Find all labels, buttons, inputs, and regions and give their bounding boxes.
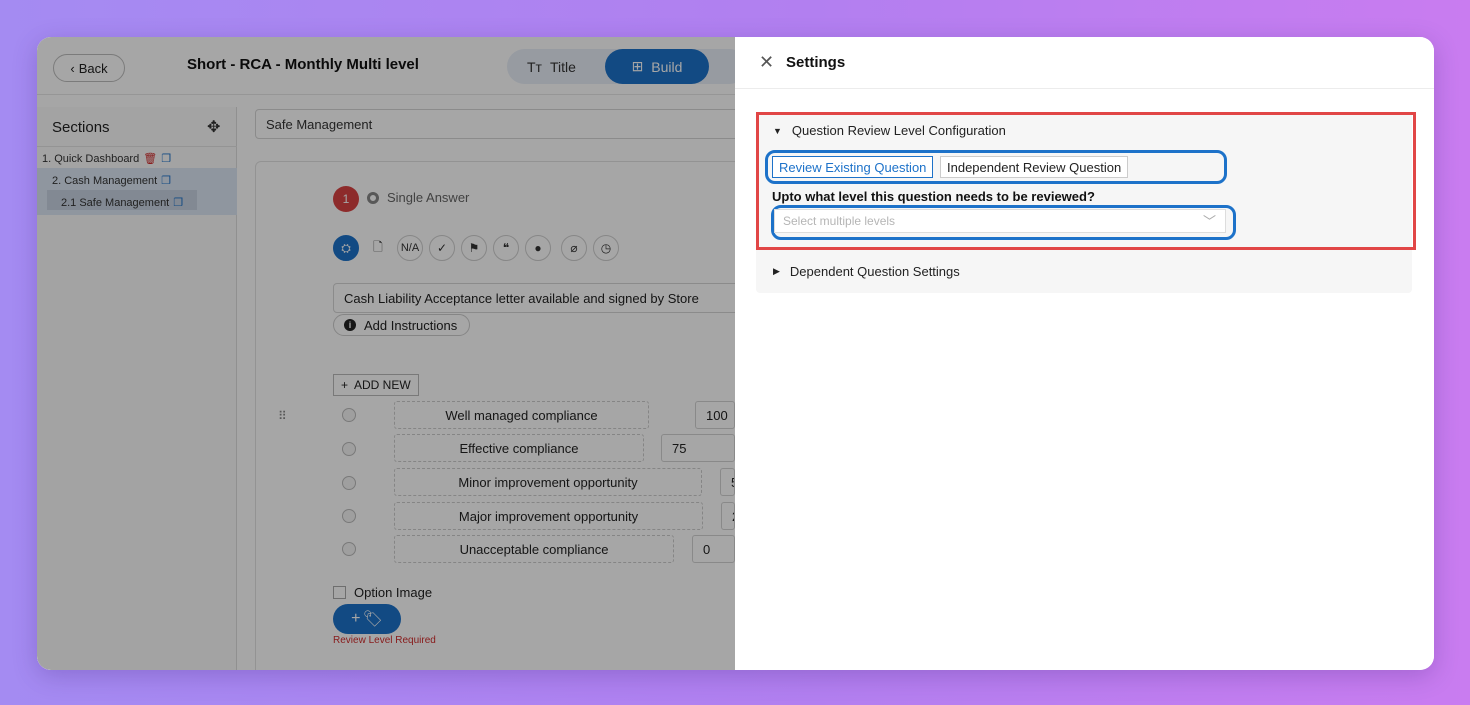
option-score-input[interactable]: 2 — [721, 502, 735, 530]
mode-switcher: Tт Title ⊞ Build — [507, 49, 747, 84]
add-new-option-button[interactable]: + ADD NEW — [333, 374, 419, 396]
question-type-label: Single Answer — [387, 190, 470, 205]
option-image-toggle[interactable]: Option Image — [333, 585, 432, 600]
text-icon: Tт — [527, 58, 542, 75]
option-image-checkbox[interactable] — [333, 586, 346, 599]
review-level-error: Review Level Required — [333, 635, 436, 646]
radio-icon — [367, 191, 379, 204]
settings-header: ✕ Settings — [735, 37, 1434, 89]
review-level-question: Upto what level this question needs to b… — [772, 189, 1095, 204]
tab-title-label: Title — [549, 58, 576, 75]
option-radio[interactable] — [342, 408, 356, 422]
add-instructions-label: Add Instructions — [364, 317, 458, 333]
hierarchy-icon[interactable]: ⛭ — [333, 235, 359, 261]
check-icon[interactable]: ✓ — [429, 235, 455, 261]
tab-review-existing-question[interactable]: Review Existing Question — [772, 156, 934, 178]
question-number-badge: 1 — [333, 186, 359, 212]
app-window: ‹ Back Short - RCA - Monthly Multi level… — [37, 37, 1434, 670]
tab-independent-review-question[interactable]: Independent Review Question — [940, 156, 1129, 178]
chat-icon[interactable]: ● — [525, 235, 551, 261]
move-icon[interactable]: ✥ — [207, 117, 220, 137]
copy-icon[interactable]: ❐ — [161, 152, 171, 165]
tab-title[interactable]: Tт Title — [527, 49, 576, 84]
option-label-input[interactable]: Effective compliance — [394, 434, 644, 462]
option-radio[interactable] — [342, 542, 356, 556]
option-score-input[interactable]: 75 — [661, 434, 735, 462]
option-radio[interactable] — [342, 442, 356, 456]
copy-icon[interactable]: ❐ — [173, 196, 183, 209]
settings-title: Settings — [786, 54, 846, 71]
sections-sidebar: Sections ✥ 1. Quick Dashboard 🗑 ❐ 2. Cas… — [37, 107, 237, 670]
settings-panel: ✕ Settings ▼ Question Review Level Confi… — [735, 37, 1434, 670]
option-label-input[interactable]: Well managed compliance — [394, 401, 649, 429]
option-score-input[interactable]: 5 — [720, 468, 735, 496]
info-icon: i — [344, 319, 356, 331]
option-label-input[interactable]: Unacceptable compliance — [394, 535, 674, 563]
sidebar-item-label: 1. Quick Dashboard — [42, 152, 140, 165]
attachment-icon[interactable]: ⌀ — [561, 235, 587, 261]
sidebar-item-label: 2.1 Safe Management — [61, 196, 170, 209]
option-score-input[interactable]: 100 — [695, 401, 735, 429]
na-toggle[interactable]: N/A — [397, 235, 423, 261]
option-score-input[interactable]: 0 — [692, 535, 735, 563]
review-config-title: Question Review Level Configuration — [791, 123, 1006, 138]
back-button[interactable]: ‹ Back — [53, 54, 125, 82]
review-levels-select[interactable]: Select multiple levels — [774, 209, 1226, 233]
add-review-level-button[interactable]: + 🏷 — [333, 604, 401, 634]
sidebar-item-quick-dashboard[interactable]: 1. Quick Dashboard 🗑 ❐ — [42, 152, 171, 166]
sections-title: Sections — [52, 119, 110, 136]
builder-area: ‹ Back Short - RCA - Monthly Multi level… — [37, 37, 753, 670]
na-label: N/A — [400, 242, 420, 254]
top-bar: ‹ Back Short - RCA - Monthly Multi level… — [37, 37, 747, 95]
add-instructions-button[interactable]: i Add Instructions — [333, 314, 471, 336]
caret-down-icon: ▼ — [773, 125, 782, 136]
drag-handle-icon[interactable]: ⠿ — [278, 409, 287, 423]
tag-icon: 🏷 — [362, 611, 383, 628]
flag-icon[interactable]: ⚑ — [461, 235, 487, 261]
caret-right-icon: ▶ — [773, 266, 780, 276]
review-config-accordion-header[interactable]: ▼ Question Review Level Configuration — [773, 123, 1006, 138]
plus-icon: + — [341, 378, 349, 392]
sidebar-item-label: 2. Cash Management — [52, 174, 158, 187]
option-image-label: Option Image — [354, 585, 433, 600]
add-document-icon[interactable]: 🗋 — [365, 235, 391, 261]
clock-icon[interactable]: ◷ — [593, 235, 619, 261]
build-icon: ⊞ — [631, 58, 644, 74]
sidebar-item-safe-management[interactable]: 2.1 Safe Management ❐ — [61, 196, 183, 210]
section-name-input[interactable]: Safe Management — [255, 109, 745, 139]
question-text-input[interactable]: Cash Liability Acceptance letter availab… — [333, 283, 753, 313]
question-type[interactable]: Single Answer — [367, 190, 469, 205]
tab-build-label: Build — [651, 58, 683, 75]
chevron-left-icon: ‹ — [70, 60, 75, 76]
tab-build[interactable]: ⊞ Build — [605, 49, 709, 84]
sections-header: Sections ✥ — [37, 107, 237, 147]
page-title: Short - RCA - Monthly Multi level — [187, 56, 419, 73]
sidebar-item-cash-management[interactable]: 2. Cash Management ❐ — [52, 174, 171, 188]
option-radio[interactable] — [342, 476, 356, 490]
option-label-input[interactable]: Minor improvement opportunity — [394, 468, 702, 496]
add-new-label: ADD NEW — [354, 378, 411, 392]
close-icon[interactable]: ✕ — [759, 52, 774, 73]
comments-icon[interactable]: ❝ — [493, 235, 519, 261]
back-label: Back — [78, 60, 108, 76]
dependent-settings-accordion-header[interactable]: ▶ Dependent Question Settings — [773, 264, 960, 279]
dependent-settings-title: Dependent Question Settings — [789, 264, 960, 279]
delete-icon[interactable]: 🗑 — [143, 152, 157, 165]
option-radio[interactable] — [342, 509, 356, 523]
plus-icon: + — [351, 610, 361, 627]
option-label-input[interactable]: Major improvement opportunity — [394, 502, 703, 530]
chevron-down-icon[interactable]: ﹀ — [1203, 211, 1216, 230]
copy-icon[interactable]: ❐ — [161, 174, 171, 187]
